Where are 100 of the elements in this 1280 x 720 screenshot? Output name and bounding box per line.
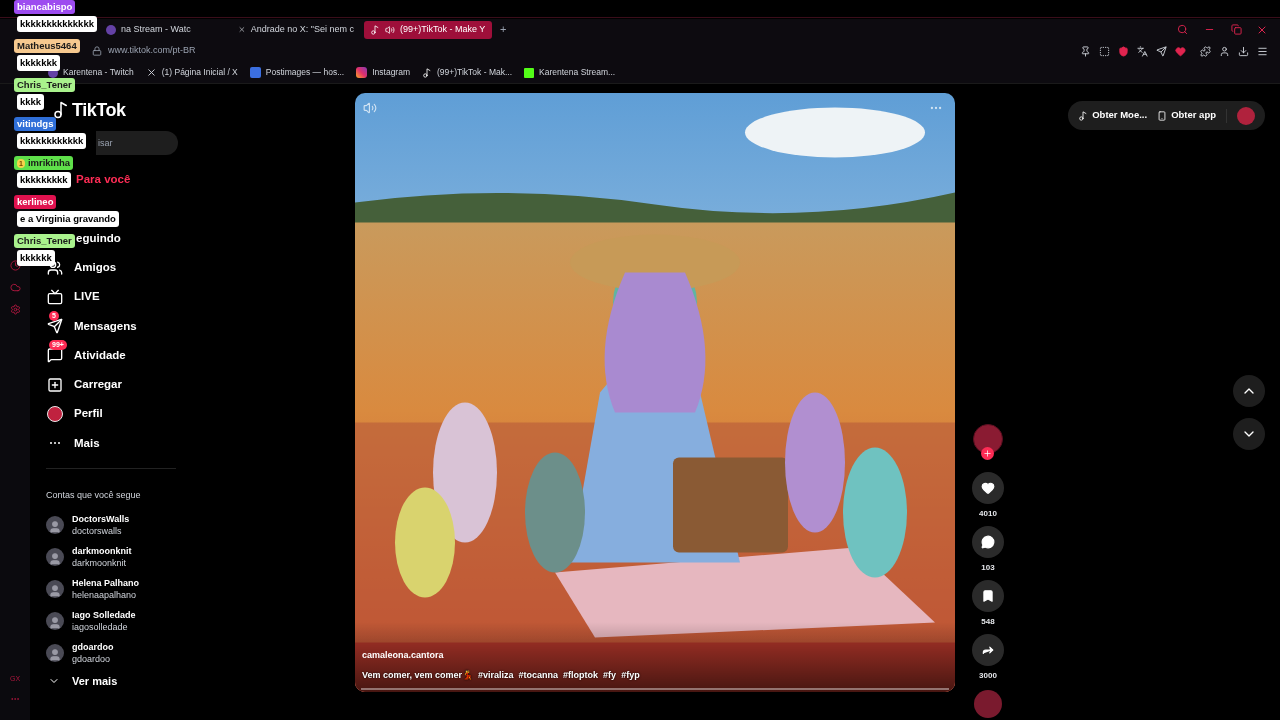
comment-icon [981,535,995,549]
action-button[interactable] [972,634,1004,666]
avatar [46,579,64,598]
share-icon [981,643,995,657]
avatar [46,515,64,534]
hashtag-link[interactable]: #floptok [563,668,599,682]
action-button[interactable] [972,580,1004,612]
clock-icon[interactable] [9,260,21,271]
search-field[interactable]: isar [96,131,178,155]
bookmark-link[interactable]: (99+)TikTok - Mak... [422,66,513,79]
bookmark-link[interactable]: (1) Página Inicial / X [145,66,238,79]
chat-username: Matheus5464 [14,39,80,53]
see-more-link[interactable]: Ver mais [46,668,190,693]
action-count: 4010 [979,508,997,520]
k-logo-icon [524,67,535,78]
account-name: DoctorsWalls [72,512,130,525]
speaker-icon [385,24,395,35]
hashtag-link[interactable]: #fyp [621,668,640,682]
previous-button[interactable] [1233,375,1265,407]
translate-icon[interactable] [1137,45,1148,57]
action-button[interactable] [972,472,1004,504]
browser-tab[interactable]: na Stream - Watc [100,20,228,39]
nav-item[interactable]: Perfil [46,399,190,429]
account-item[interactable]: Helena Palhano helenaapalhano [46,574,190,603]
snapshot-icon[interactable] [1099,45,1110,57]
chat-username: biancabispo [14,0,76,14]
chat-message: kkkkkkkkkkkk [17,133,87,149]
account-item[interactable]: darkmoonknit darkmoonknit [46,542,190,571]
action-count: 103 [981,562,995,574]
profile-avatar[interactable] [1237,106,1255,125]
author-avatar[interactable] [973,424,1003,454]
chat-username: Chris_Tener [14,78,75,92]
chat-username: Chris_Tener [14,234,75,248]
address-field[interactable]: www.tiktok.com/pt-BR [108,44,308,58]
phone-icon [1157,110,1168,121]
plus-icon [983,449,992,458]
account-handle: doctorswalls [72,524,123,537]
paper-plane-icon [47,318,63,335]
hashtag-link[interactable]: #viraliza [478,668,514,682]
tab-title: Andrade no X: "Sei nem c [250,22,354,36]
video-caption: Vem comer, vem comer💃 [362,668,474,682]
search-icon[interactable] [1177,24,1188,35]
lock-icon [92,46,102,56]
account-name: darkmoonknit [72,544,132,557]
heart-icon[interactable] [1175,45,1186,57]
account-item[interactable]: gdoardoo gdoardoo [46,638,190,667]
chat-message: kkkkkkkkk [17,172,71,188]
top-action-link[interactable]: Obter Moe... [1078,108,1148,123]
account-handle: darkmoonknit [72,556,128,569]
x-logo-icon [145,67,157,78]
heart-icon [981,481,995,495]
message-icon [47,347,63,364]
cloud-icon[interactable] [9,282,21,293]
coin-icon [1078,110,1089,121]
restore-icon[interactable] [1231,24,1242,35]
x-logo-icon [238,24,246,35]
chat-message: e a Virginia gravando [17,211,119,227]
bookmark-link[interactable]: Karentena Stream... [524,66,616,79]
video-author[interactable]: camaleona.cantora [362,649,640,663]
action-count: 3000 [979,670,997,682]
chat-message: kkkk [17,94,45,110]
chat-message: kkkkkkk [17,55,60,71]
browser-tab[interactable]: (99+)TikTok - Make Y [364,20,492,39]
hashtag-link[interactable]: #tocanna [518,668,559,682]
nav-item[interactable]: Carregar [46,370,190,400]
site-icon [106,24,116,35]
account-name: Helena Palhano [72,576,140,589]
p-logo-icon [249,67,261,78]
download-icon[interactable] [1238,45,1249,57]
tv-icon [47,288,63,305]
menu-icon[interactable] [1257,45,1268,57]
account-item[interactable]: DoctorsWalls doctorswalls [46,510,190,539]
nav-item[interactable]: Para você [76,165,131,195]
people-icon [47,259,63,276]
next-button[interactable] [1233,418,1265,450]
tiktok-logo-icon [52,101,70,119]
tab-title: na Stream - Watc [121,22,191,36]
pin-icon[interactable] [1080,45,1091,57]
browser-tab[interactable]: Andrade no X: "Sei nem c [232,20,360,39]
send-icon[interactable] [1156,45,1167,57]
note-logo-icon [370,24,380,35]
profile-icon[interactable] [1219,45,1230,57]
shield-icon[interactable] [1118,45,1129,57]
hashtag-link[interactable]: #fy [603,668,617,682]
bookmark-link[interactable]: Instagram [356,66,410,79]
nav-item[interactable]: LIVE [46,282,190,312]
avatar [46,611,64,630]
avatar [46,547,64,566]
account-handle: iagosolledade [72,620,129,633]
top-action-link[interactable]: Obter app [1157,108,1216,123]
bookmark-link[interactable]: Postimages — hos... [249,66,345,79]
account-item[interactable]: Iago Solledade iagosolledade [46,606,190,635]
nav-item[interactable]: Mais [46,428,190,458]
action-button[interactable] [972,526,1004,558]
avatar [46,643,64,662]
logo: TikTok [72,98,126,122]
plus-square-icon [47,376,63,393]
extensions-icon[interactable] [1200,45,1211,57]
action-count: 548 [981,616,995,628]
new-tab-button[interactable]: + [496,21,511,38]
